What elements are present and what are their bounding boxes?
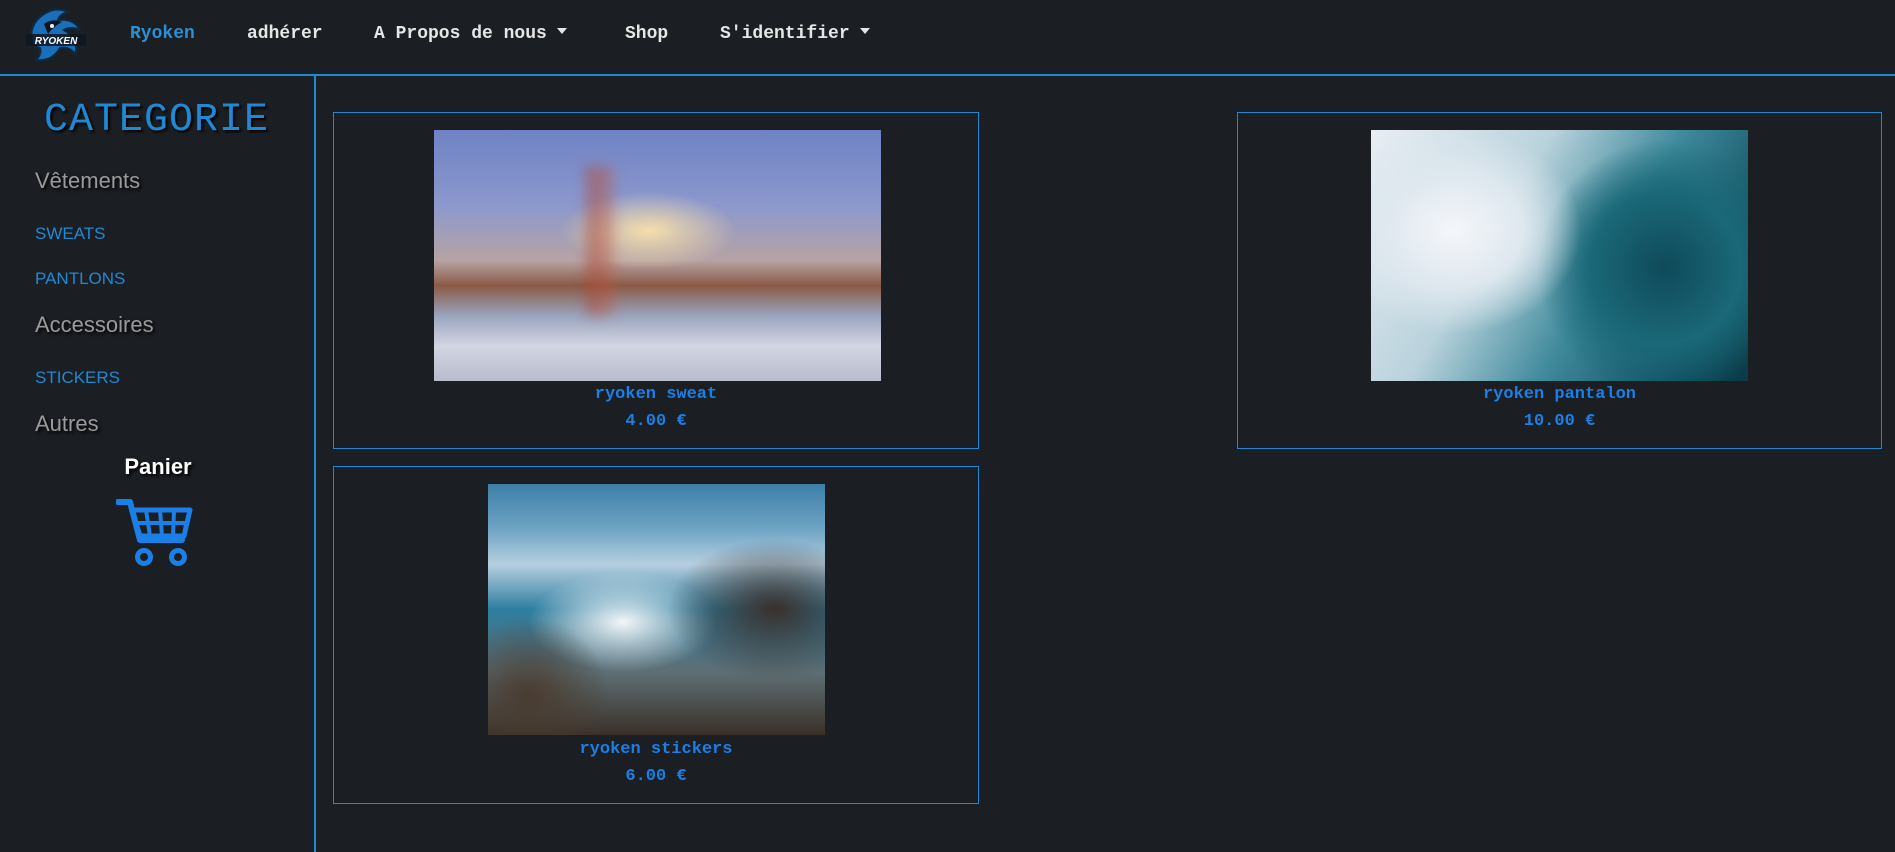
nav-link-ryoken[interactable]: Ryoken [130, 24, 195, 44]
category-link-stickers[interactable]: STICKERS [35, 368, 120, 388]
category-link-pantlons[interactable]: PANTLONS [35, 269, 125, 289]
product-image[interactable] [1371, 130, 1748, 381]
category-heading-vetements: Vêtements [35, 168, 141, 193]
product-price: 6.00 € [625, 767, 687, 786]
product-card-pantalon[interactable]: ryoken pantalon 10.00 € [1237, 112, 1882, 449]
nav-dropdown-identifier-label: S'identifier [720, 24, 850, 44]
product-card-stickers[interactable]: ryoken stickers 6.00 € [333, 466, 979, 804]
category-link-sweats[interactable]: SWEATS [35, 224, 106, 244]
product-image[interactable] [434, 130, 881, 381]
product-name[interactable]: ryoken sweat [334, 385, 978, 404]
svg-text:RYOKEN: RYOKEN [35, 36, 78, 47]
category-heading-autres: Autres [35, 411, 99, 436]
product-price: 10.00 € [1523, 412, 1596, 431]
product-price: 4.00 € [625, 412, 687, 431]
nav-link-shop[interactable]: Shop [625, 24, 668, 44]
product-card-sweat[interactable]: ryoken sweat 4.00 € [333, 112, 979, 449]
nav-dropdown-identifier[interactable]: S'identifier [720, 24, 870, 44]
nav-dropdown-a-propos[interactable]: A Propos de nous [374, 24, 567, 44]
shopping-cart-icon[interactable] [116, 496, 194, 568]
top-navbar: RYOKEN Ryoken adhérer A Propos de nous S… [0, 0, 1895, 76]
nav-dropdown-a-propos-label: A Propos de nous [374, 24, 547, 44]
nav-link-adherer[interactable]: adhérer [247, 24, 323, 44]
category-sidebar: CATEGORIE Vêtements SWEATS PANTLONS Acce… [0, 76, 316, 852]
chevron-down-icon [556, 28, 567, 34]
ryoken-logo[interactable]: RYOKEN [22, 4, 88, 70]
cart-label: Panier [124, 454, 192, 479]
chevron-down-icon [859, 28, 870, 34]
product-name[interactable]: ryoken pantalon [1238, 385, 1881, 404]
category-heading-accessoires: Accessoires [35, 312, 154, 337]
bridge-tower-shape [586, 166, 614, 316]
product-name[interactable]: ryoken stickers [334, 740, 978, 759]
product-image[interactable] [488, 484, 825, 735]
sidebar-title: CATEGORIE [44, 98, 270, 143]
